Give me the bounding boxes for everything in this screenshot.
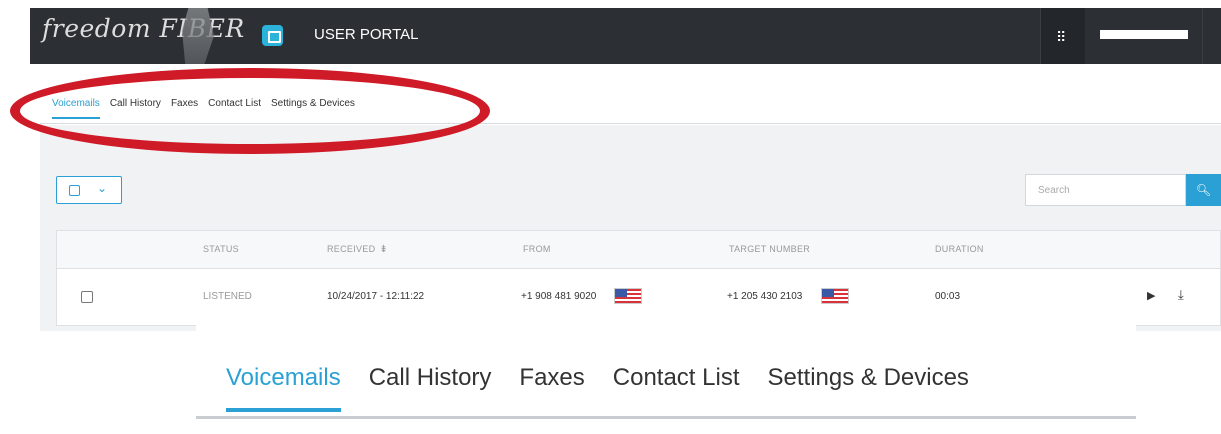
magnifier-icon[interactable]: 🔍︎ (1196, 183, 1211, 197)
row-target-number: +1 205 430 2103 (727, 291, 803, 302)
column-duration[interactable]: DURATION (935, 244, 984, 254)
zoomed-tab-settings-devices[interactable]: Settings & Devices (768, 364, 969, 412)
zoomed-tab-call-history[interactable]: Call History (369, 364, 492, 412)
zoomed-tabs-divider (196, 416, 1136, 419)
logo-map-icon (182, 8, 214, 64)
zoomed-tab-faxes[interactable]: Faxes (519, 364, 584, 412)
column-target-number[interactable]: TARGET NUMBER (729, 244, 810, 254)
logo: freedom FIBER (42, 14, 245, 43)
column-from[interactable]: FROM (523, 244, 551, 254)
column-status[interactable]: STATUS (203, 244, 239, 254)
column-received-label: RECEIVED (327, 244, 376, 254)
select-all-checkbox[interactable] (69, 185, 80, 196)
download-icon[interactable]: ⤓ (1178, 287, 1184, 303)
zoomed-tab-voicemails[interactable]: Voicemails (226, 364, 341, 412)
zoomed-tabs: Voicemails Call History Faxes Contact Li… (226, 364, 969, 412)
annotation-ellipse (10, 68, 490, 154)
sort-icon[interactable]: ⇟ (379, 244, 388, 255)
row-status: LISTENED (203, 291, 252, 302)
search-button[interactable]: 🔍︎ (1186, 174, 1221, 206)
user-name-redacted[interactable] (1100, 30, 1188, 39)
table-header: STATUS RECEIVED ⇟ FROM TARGET NUMBER DURA… (57, 231, 1220, 269)
grid-icon[interactable]: ⠿ (1056, 29, 1066, 46)
search-input[interactable] (1025, 174, 1186, 206)
play-icon[interactable]: ▶ (1147, 289, 1155, 302)
bulk-select-dropdown[interactable]: ⌄ (56, 176, 122, 204)
chevron-down-icon[interactable]: ⌄ (97, 181, 107, 195)
column-received[interactable]: RECEIVED ⇟ (327, 244, 388, 255)
row-from: +1 908 481 9020 (521, 291, 597, 302)
row-duration: 00:03 (935, 291, 961, 302)
voicemail-table: STATUS RECEIVED ⇟ FROM TARGET NUMBER DURA… (56, 230, 1221, 326)
row-received: 10/24/2017 - 12:11:22 (327, 291, 425, 302)
portal-title: USER PORTAL (314, 26, 419, 43)
zoomed-tab-contact-list[interactable]: Contact List (613, 364, 740, 412)
row-checkbox[interactable] (81, 291, 93, 303)
portal-app-icon[interactable] (262, 25, 283, 46)
header-divider (1202, 8, 1203, 64)
top-header: freedom FIBER USER PORTAL ⠿ (30, 8, 1221, 64)
us-flag-icon (821, 288, 849, 304)
us-flag-icon (614, 288, 642, 304)
